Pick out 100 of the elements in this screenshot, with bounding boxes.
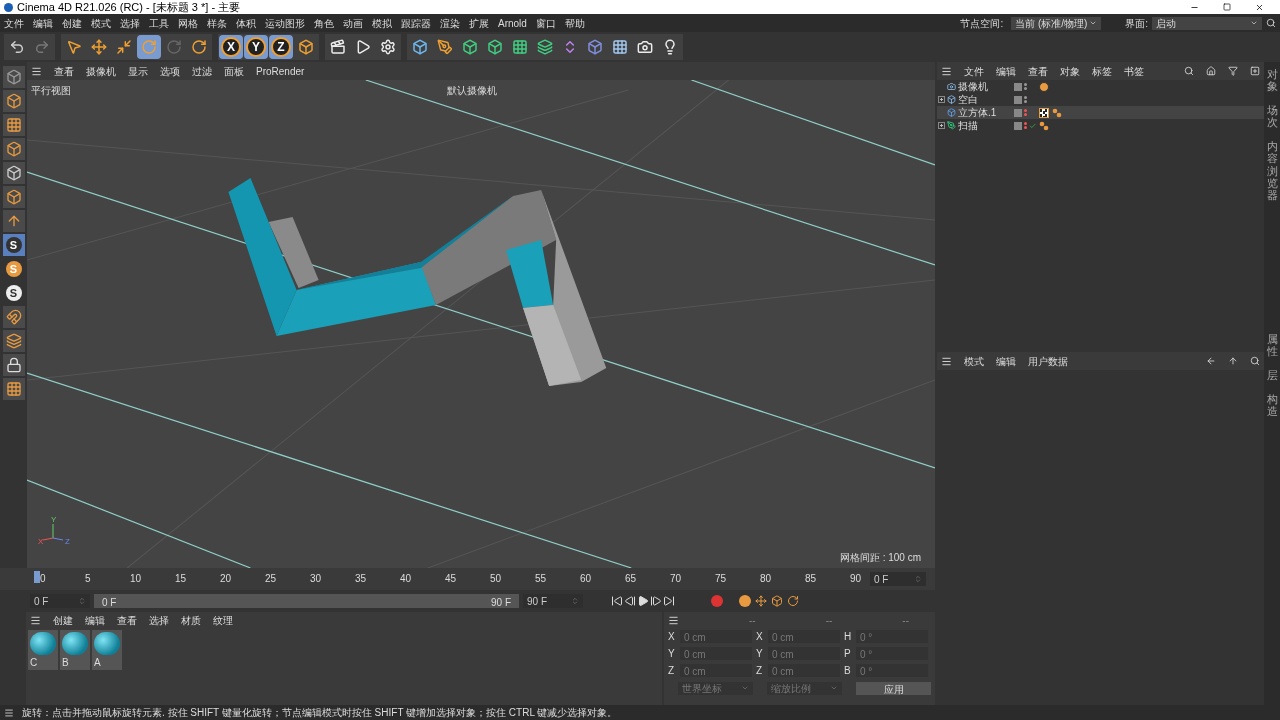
- menu-item[interactable]: 选项: [160, 63, 180, 79]
- search-icon[interactable]: [1184, 66, 1194, 76]
- menu-item[interactable]: 扩展: [469, 15, 489, 31]
- go-to-start-icon[interactable]: [611, 595, 623, 607]
- side-tab[interactable]: 层: [1266, 369, 1278, 382]
- move-key-icon[interactable]: [755, 595, 767, 607]
- back-icon[interactable]: [1206, 356, 1216, 366]
- search-icon[interactable]: [1266, 18, 1276, 28]
- new-window-icon[interactable]: [1250, 66, 1260, 76]
- visibility-dots-icon[interactable]: [1024, 109, 1027, 116]
- cube-tool[interactable]: [2, 90, 25, 112]
- cube-tool[interactable]: [2, 66, 25, 88]
- menu-item[interactable]: 材质: [181, 612, 201, 628]
- menu-item[interactable]: 体积: [236, 15, 256, 31]
- side-tab[interactable]: 场次: [1266, 104, 1278, 129]
- layout-dropdown[interactable]: 启动: [1152, 16, 1262, 30]
- visibility-dots-icon[interactable]: [1024, 96, 1027, 103]
- menu-item[interactable]: 过滤: [192, 63, 212, 79]
- close-icon[interactable]: [1255, 2, 1264, 12]
- menu-item[interactable]: 查看: [117, 612, 137, 628]
- up-icon[interactable]: [1228, 356, 1238, 366]
- object-row[interactable]: 扫描: [937, 119, 1264, 132]
- menu-item[interactable]: 创建: [62, 15, 82, 31]
- menu-item[interactable]: 运动图形: [265, 15, 305, 31]
- snap-tool[interactable]: S: [2, 234, 25, 256]
- axis-toggle[interactable]: Y: [244, 35, 268, 59]
- menu-icon[interactable]: [668, 614, 679, 626]
- cube-edges-tool[interactable]: [2, 162, 25, 184]
- rotate-key-icon[interactable]: [787, 595, 799, 607]
- menu-item[interactable]: 文件: [4, 15, 24, 31]
- menu-item[interactable]: 模拟: [372, 15, 392, 31]
- menu-item[interactable]: 查看: [54, 63, 74, 79]
- menu-item[interactable]: 面板: [224, 63, 244, 79]
- menu-item[interactable]: 工具: [149, 15, 169, 31]
- menu-item[interactable]: 渲染: [440, 15, 460, 31]
- object-row[interactable]: 摄像机: [937, 80, 1264, 93]
- restore-icon[interactable]: [1223, 3, 1231, 11]
- stack-tool[interactable]: [2, 330, 25, 352]
- previous-key-icon[interactable]: [624, 595, 636, 607]
- home-icon[interactable]: [1206, 66, 1216, 76]
- menu-icon[interactable]: [30, 614, 41, 626]
- side-tab[interactable]: 属性: [1266, 332, 1278, 358]
- go-to-end-icon[interactable]: [663, 595, 675, 607]
- menu-item[interactable]: 选择: [149, 612, 169, 628]
- axis-toggle[interactable]: Z: [269, 35, 293, 59]
- menu-item[interactable]: ProRender: [256, 63, 305, 79]
- menu-item[interactable]: 模式: [91, 15, 111, 31]
- expand-icon[interactable]: [937, 122, 945, 129]
- layer-checkbox[interactable]: [1014, 108, 1022, 117]
- material-swatch[interactable]: C: [28, 630, 58, 670]
- menu-item[interactable]: 书签: [1124, 63, 1144, 79]
- axis-tool[interactable]: [2, 210, 25, 232]
- cube-faces-tool[interactable]: [2, 186, 25, 208]
- menu-item[interactable]: 样条: [207, 15, 227, 31]
- node-space-dropdown[interactable]: 当前 (标准/物理): [1011, 16, 1102, 30]
- menu-item[interactable]: 对象: [1060, 63, 1080, 79]
- menu-item[interactable]: 模式: [964, 353, 984, 369]
- start-frame-field[interactable]: 0 F: [30, 594, 90, 608]
- menu-item[interactable]: 创建: [53, 612, 73, 628]
- menu-item[interactable]: 用户数据: [1028, 353, 1068, 369]
- menu-item[interactable]: 纹理: [213, 612, 233, 628]
- menu-item[interactable]: 编辑: [33, 15, 53, 31]
- enabled-check-icon[interactable]: [1028, 121, 1036, 130]
- checker-tool[interactable]: [2, 114, 25, 136]
- layer-checkbox[interactable]: [1014, 82, 1022, 91]
- side-tab[interactable]: 对象: [1266, 68, 1278, 93]
- axis-toggle[interactable]: X: [219, 35, 243, 59]
- visibility-dots-icon[interactable]: [1023, 122, 1027, 129]
- menu-item[interactable]: 显示: [128, 63, 148, 79]
- menu-item[interactable]: 编辑: [85, 612, 105, 628]
- menu-icon[interactable]: [31, 65, 42, 77]
- side-tab[interactable]: 内容浏览器: [1266, 140, 1278, 201]
- current-frame-field[interactable]: 0 F: [870, 572, 926, 586]
- keyframe-icon[interactable]: [739, 595, 751, 607]
- menu-item[interactable]: 窗口: [535, 15, 556, 31]
- material-swatch[interactable]: A: [92, 630, 122, 670]
- scale-key-icon[interactable]: [771, 595, 783, 607]
- object-row[interactable]: 立方体.1: [937, 106, 1264, 119]
- next-key-icon[interactable]: [650, 595, 662, 607]
- layer-checkbox[interactable]: [1014, 95, 1022, 104]
- expand-icon[interactable]: [937, 96, 945, 103]
- menu-item[interactable]: 跟踪器: [401, 15, 431, 31]
- play-icon[interactable]: [637, 595, 649, 607]
- menu-icon[interactable]: [941, 65, 952, 77]
- magnet-tool[interactable]: [2, 306, 25, 328]
- cube-points-tool[interactable]: [2, 138, 25, 160]
- frame-range-slider[interactable]: 0 F 90 F: [94, 594, 519, 608]
- record-icon[interactable]: [711, 595, 723, 607]
- end-frame-field[interactable]: 90 F: [523, 594, 583, 608]
- menu-item[interactable]: 摄像机: [86, 63, 116, 79]
- menu-icon[interactable]: [4, 707, 14, 718]
- menu-item[interactable]: 标签: [1092, 63, 1112, 79]
- menu-item[interactable]: 文件: [964, 63, 984, 79]
- search-icon[interactable]: [1250, 356, 1260, 366]
- layer-checkbox[interactable]: [1014, 121, 1022, 130]
- menu-icon[interactable]: [941, 355, 952, 367]
- menu-item[interactable]: 帮助: [564, 15, 585, 31]
- menu-item[interactable]: 选择: [120, 15, 140, 31]
- menu-item[interactable]: 编辑: [996, 353, 1016, 369]
- lock-tool[interactable]: [2, 354, 25, 376]
